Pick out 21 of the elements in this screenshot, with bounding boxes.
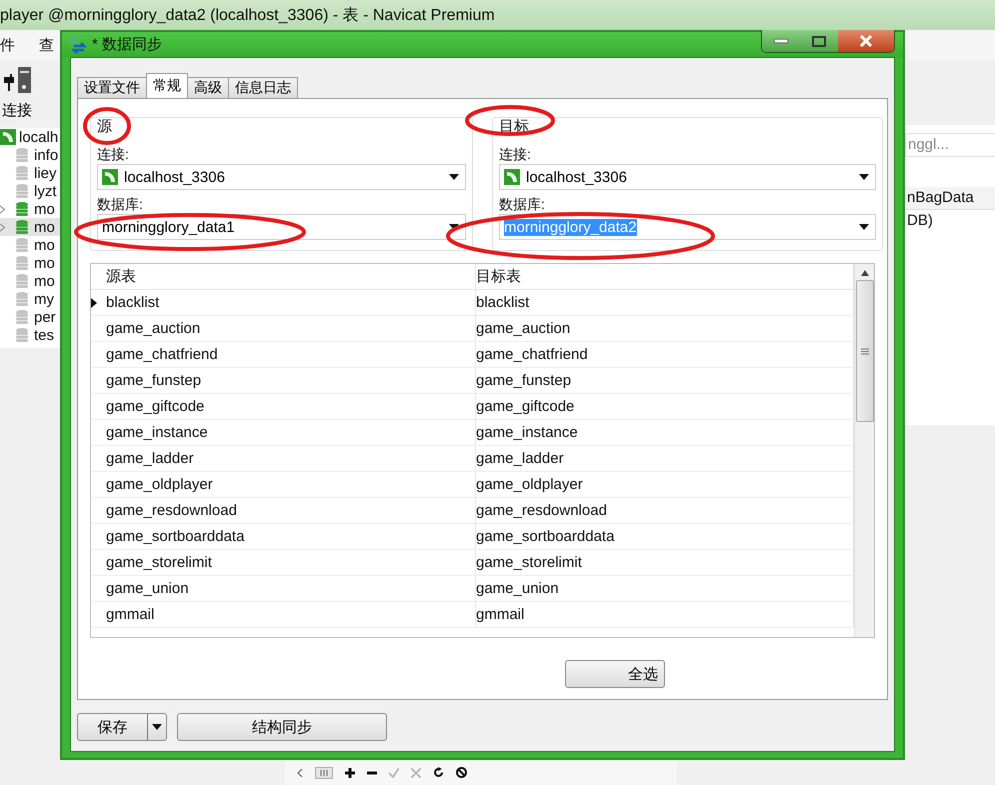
table-cell: game_sortboarddata [106,524,476,549]
window-title: player @morningglory_data2 (localhost_3306) - 表 - Navicat Premium [0,6,495,26]
dialog-title: * 数据同步 [92,35,162,54]
field-label: 数据库: [97,196,143,214]
table-cell: game_storelimit [106,550,476,575]
table-cell: gmmail [106,602,476,627]
table-cell: game_union [106,576,476,601]
table-cell: game_instance [106,420,476,445]
table-cell: game_oldplayer [106,472,476,497]
group-title: 源 [97,117,112,136]
field-label: 连接: [499,146,531,164]
table-cell-text: DB) [906,211,934,231]
table-cell: game_ladder [106,446,476,471]
table-cell: game_funstep [106,368,476,393]
table-cell: game_resdownload [106,498,476,523]
table-cell: blacklist [106,290,476,315]
field-label: 数据库: [499,196,545,214]
table-cell: game_chatfriend [106,342,476,367]
table-cell: game_giftcode [106,394,476,419]
field-label: 连接: [97,146,129,164]
table-cell: game_auction [106,316,476,341]
